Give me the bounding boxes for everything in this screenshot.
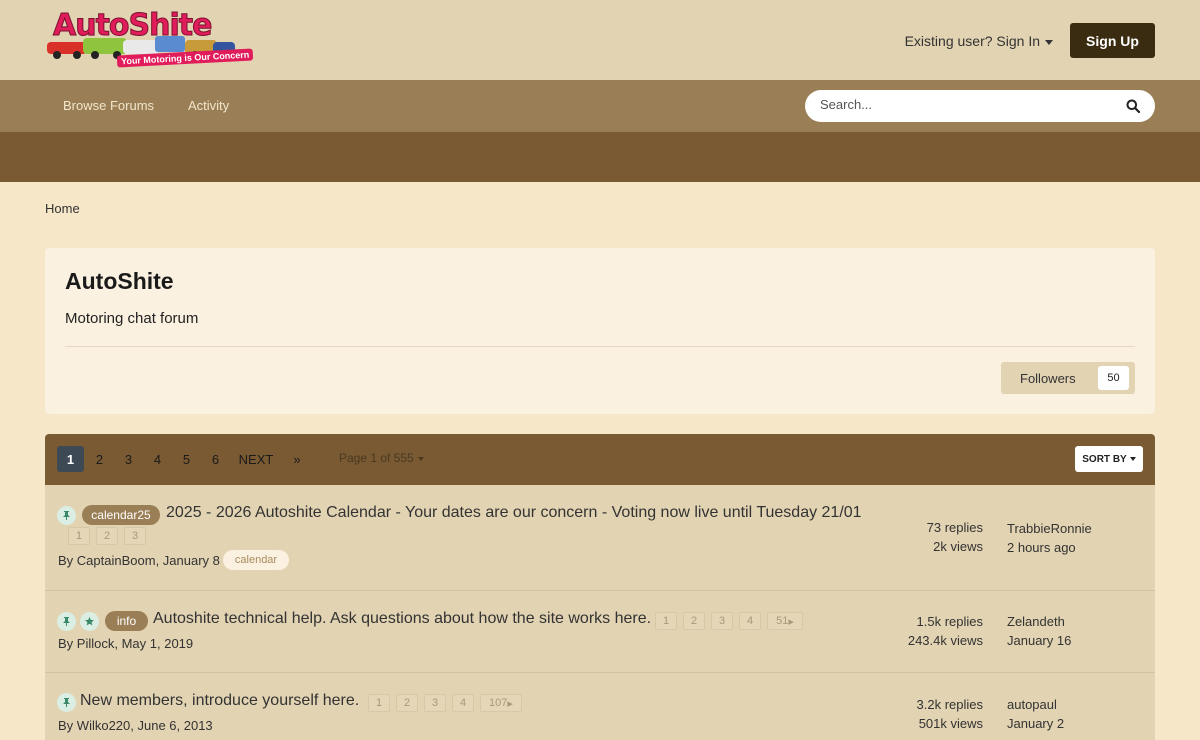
topic-row: calendar25 2025 - 2026 Autoshite Calenda…: [45, 485, 1155, 591]
topic-last-page-link[interactable]: 51 ▸: [767, 612, 803, 630]
star-icon: [85, 617, 94, 626]
sign-up-button[interactable]: Sign Up: [1070, 23, 1155, 58]
featured-badge: [80, 612, 99, 631]
search-icon[interactable]: [1126, 99, 1140, 113]
topic-page-link[interactable]: 1: [655, 612, 677, 630]
breadcrumb-home[interactable]: Home: [45, 201, 80, 216]
next-page-link[interactable]: NEXT: [235, 446, 277, 472]
divider: [65, 346, 1135, 347]
last-poster: TrabbieRonnie 2 hours ago: [1007, 519, 1092, 557]
topic-row: info Autoshite technical help. Ask quest…: [45, 591, 1155, 673]
page-link-1[interactable]: 1: [57, 446, 84, 472]
followers-count: 50: [1098, 366, 1129, 390]
topic-meta: By Pillock, May 1, 2019: [58, 636, 193, 651]
topic-prefix-tag[interactable]: calendar25: [82, 505, 160, 525]
page-link-6[interactable]: 6: [202, 446, 229, 472]
page-link-2[interactable]: 2: [86, 446, 113, 472]
topic-page-link[interactable]: 2: [396, 694, 418, 712]
sort-by-label: SORT BY: [1082, 453, 1127, 465]
page-link-4[interactable]: 4: [144, 446, 171, 472]
topic-page-link[interactable]: 3: [424, 694, 446, 712]
forum-description: Motoring chat forum: [65, 310, 199, 327]
topic-page-link[interactable]: 3: [711, 612, 733, 630]
site-logo[interactable]: AutoShite Your Motoring is Our Concern: [45, 8, 254, 70]
author-link[interactable]: Wilko220: [77, 718, 130, 733]
last-page-number: 51: [776, 615, 789, 627]
view-count: 243.4k views: [907, 633, 983, 648]
view-count: 501k views: [918, 716, 983, 731]
topic-meta: By Wilko220, June 6, 2013: [58, 718, 213, 733]
topic-page-link[interactable]: 4: [452, 694, 474, 712]
caret-down-icon: [1045, 39, 1053, 45]
by-prefix: By: [58, 636, 77, 651]
by-prefix: By: [58, 553, 77, 568]
topic-page-link[interactable]: 1: [368, 694, 390, 712]
last-post-time[interactable]: 2 hours ago: [1007, 538, 1092, 557]
topic-row: New members, introduce yourself here. 1 …: [45, 673, 1155, 740]
caret-down-icon: [417, 456, 424, 461]
pinned-badge: [57, 506, 76, 525]
topic-page-link[interactable]: 4: [739, 612, 761, 630]
followers-button[interactable]: Followers 50: [1001, 362, 1135, 394]
reply-count: 73 replies: [926, 520, 983, 535]
last-post-time[interactable]: January 16: [1007, 631, 1071, 650]
secondary-nav-bar: [0, 132, 1200, 182]
topic-list-header: 1 2 3 4 5 6 NEXT » Page 1 of 555 SORT BY: [45, 434, 1155, 485]
reply-count: 1.5k replies: [916, 614, 983, 629]
sort-by-button[interactable]: SORT BY: [1075, 446, 1143, 472]
main-nav: Browse Forums Activity: [0, 80, 1200, 132]
site-header: AutoShite Your Motoring is Our Concern E…: [0, 0, 1200, 80]
search-input[interactable]: [820, 97, 1110, 112]
by-prefix: By: [58, 718, 77, 733]
nav-browse-forums[interactable]: Browse Forums: [63, 98, 154, 113]
topic-page-link[interactable]: 2: [683, 612, 705, 630]
topic-meta: By CaptainBoom, January 8: [58, 553, 220, 568]
topic-title-link[interactable]: 2025 - 2026 Autoshite Calendar - Your da…: [166, 504, 862, 522]
reply-count: 3.2k replies: [916, 697, 983, 712]
topic-title-link[interactable]: New members, introduce yourself here.: [80, 692, 359, 710]
last-poster-name[interactable]: autopaul: [1007, 695, 1064, 714]
sign-in-label: Existing user? Sign In: [904, 33, 1040, 49]
last-poster-name[interactable]: Zelandeth: [1007, 612, 1071, 631]
caret-down-icon: [1129, 457, 1136, 461]
topic-page-link[interactable]: 2: [96, 527, 118, 545]
logo-text: AutoShite: [52, 8, 212, 44]
topic-date: , June 6, 2013: [130, 718, 213, 733]
topic-page-link[interactable]: 3: [124, 527, 146, 545]
pinned-badge: [57, 693, 76, 712]
last-poster-name[interactable]: TrabbieRonnie: [1007, 519, 1092, 538]
pin-icon: [63, 617, 70, 626]
topic-page-link[interactable]: 1: [68, 527, 90, 545]
nav-activity[interactable]: Activity: [188, 98, 229, 113]
topic-prefix-tag[interactable]: info: [105, 611, 148, 631]
sign-in-link[interactable]: Existing user? Sign In: [905, 33, 1053, 49]
last-poster: autopaul January 2: [1007, 695, 1064, 733]
topic-title-link[interactable]: Autoshite technical help. Ask questions …: [153, 610, 651, 628]
search-box: [805, 90, 1155, 122]
pinned-badge: [57, 612, 76, 631]
topic-date: , January 8: [155, 553, 220, 568]
page-title: AutoShite: [65, 268, 174, 294]
topic-tag[interactable]: calendar: [223, 550, 289, 570]
pin-icon: [63, 511, 70, 520]
topic-stats: 3.2k replies 501k views: [863, 695, 983, 733]
topic-last-page-link[interactable]: 107 ▸: [480, 694, 522, 712]
last-page-number: 107: [489, 697, 508, 709]
page-link-3[interactable]: 3: [115, 446, 142, 472]
page-jump-dropdown[interactable]: Page 1 of 555: [339, 451, 424, 465]
page-info-label: Page 1 of 555: [339, 451, 414, 465]
followers-label: Followers: [1020, 371, 1076, 386]
pin-icon: [63, 698, 70, 707]
view-count: 2k views: [933, 539, 983, 554]
last-poster: Zelandeth January 16: [1007, 612, 1071, 650]
author-link[interactable]: CaptainBoom: [77, 553, 156, 568]
topic-date: , May 1, 2019: [114, 636, 194, 651]
topic-stats: 1.5k replies 243.4k views: [863, 612, 983, 650]
last-post-time[interactable]: January 2: [1007, 714, 1064, 733]
author-link[interactable]: Pillock: [77, 636, 115, 651]
forum-header-card: AutoShite Motoring chat forum Followers …: [45, 248, 1155, 414]
last-page-link[interactable]: »: [285, 446, 309, 472]
topic-stats: 73 replies 2k views: [863, 518, 983, 556]
page-link-5[interactable]: 5: [173, 446, 200, 472]
